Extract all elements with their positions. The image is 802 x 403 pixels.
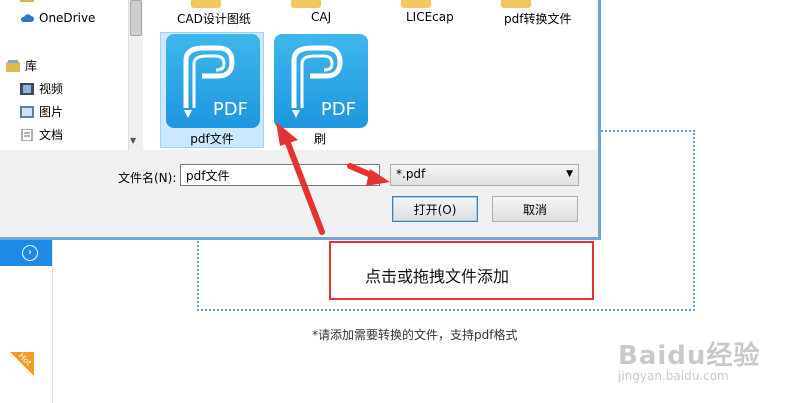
watermark-url: jingyan.baidu.com [618, 369, 729, 383]
watermark-brand: Baidu经验 [618, 341, 761, 371]
watermark: Baidu经验 jingyan.baidu.com [618, 335, 761, 383]
